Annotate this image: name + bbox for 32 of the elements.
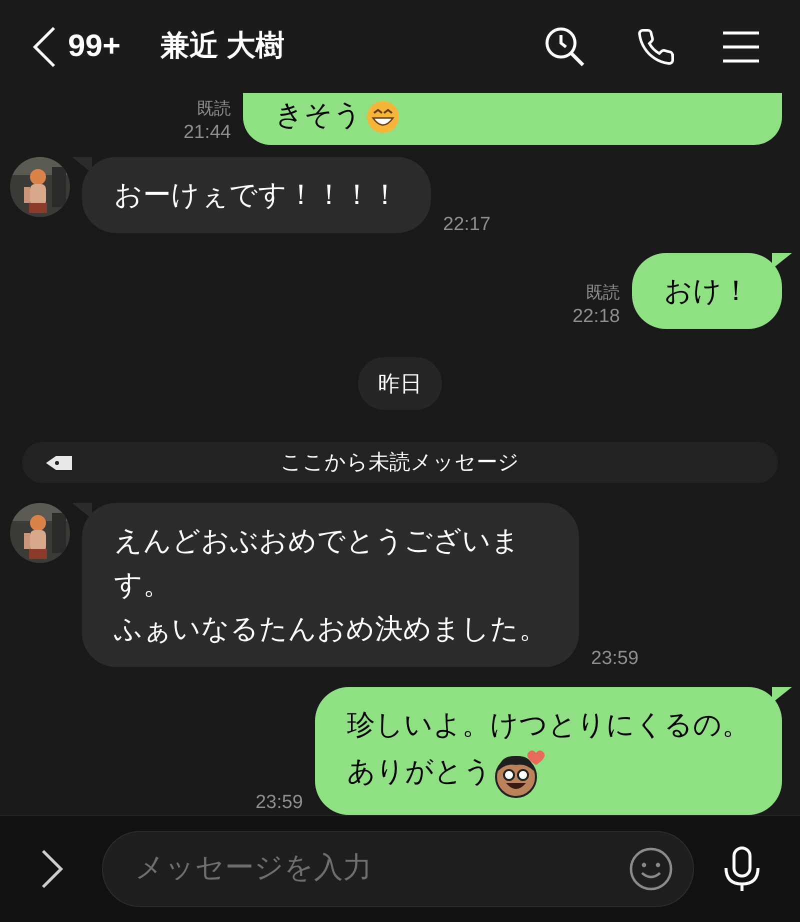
microphone-icon (722, 846, 762, 892)
call-button[interactable] (636, 26, 676, 66)
message-text: おけ！ (664, 274, 750, 308)
timestamp: 23:59 (255, 791, 303, 815)
microphone-button[interactable] (722, 846, 762, 892)
search-button[interactable] (544, 26, 586, 68)
message-input-field[interactable]: メッセージを入力 (135, 847, 629, 891)
message-text: 珍しいよ。けつとりにくるの。 ありがとう (347, 703, 750, 799)
date-separator: 昨日 (358, 357, 442, 410)
timestamp: 21:44 (183, 121, 231, 145)
timestamp: 22:17 (443, 213, 491, 237)
chevron-right-icon (40, 849, 64, 889)
chat-title: 兼近 大樹 (160, 28, 285, 64)
menu-button[interactable] (722, 30, 760, 64)
message-text: えんどおぶおめでとうございま す。 ふぁいなるたんおめ決めました。 (114, 524, 547, 646)
search-clock-icon (544, 26, 586, 68)
message-text: きそう (275, 93, 750, 137)
back-chevron-icon (32, 26, 56, 68)
smiley-icon[interactable] (629, 847, 673, 891)
menu-icon (722, 30, 760, 64)
tag-icon (44, 454, 74, 470)
expand-button[interactable] (40, 849, 64, 889)
message-input-box[interactable]: メッセージを入力 (102, 831, 694, 907)
grinning-face-icon (366, 100, 400, 134)
back-button[interactable]: 99+ (32, 23, 121, 70)
timestamp: 23:59 (591, 647, 639, 671)
read-receipt: 既読 (586, 282, 620, 304)
unread-label: ここから未読メッセージ (280, 450, 520, 476)
message-text: おーけぇです！！！！ (114, 178, 399, 212)
read-receipt: 既読 (197, 98, 231, 120)
timestamp: 22:18 (572, 305, 620, 329)
phone-icon (636, 26, 676, 66)
